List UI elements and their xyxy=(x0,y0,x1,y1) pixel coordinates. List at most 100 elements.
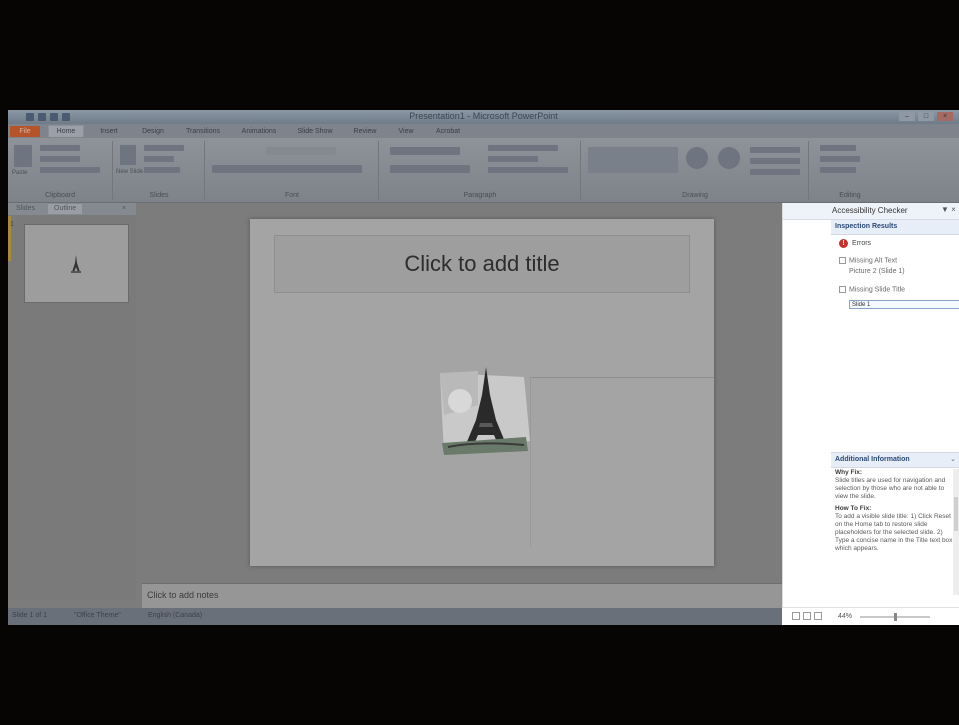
errors-group[interactable]: ! Errors xyxy=(839,239,871,248)
tab-design[interactable]: Design xyxy=(136,126,170,137)
missing-slide-title-node[interactable]: Missing Slide Title xyxy=(839,286,905,293)
align-text-button[interactable] xyxy=(488,156,538,162)
missing-alt-text-label: Missing Alt Text xyxy=(849,257,898,265)
picture-item[interactable]: Picture 2 (Slide 1) xyxy=(849,268,905,275)
group-paragraph: Paragraph xyxy=(380,141,581,200)
placeholder-outline xyxy=(530,377,531,547)
slide-item-selected[interactable]: Slide 1 xyxy=(849,300,959,309)
shapes-gallery[interactable] xyxy=(588,147,678,173)
notes-pane[interactable]: Click to add notes xyxy=(142,583,782,609)
new-slide-icon[interactable] xyxy=(120,145,136,165)
tab-acrobat[interactable]: Acrobat xyxy=(430,126,466,137)
tab-animations[interactable]: Animations xyxy=(236,126,282,137)
paste-button-label[interactable]: Paste xyxy=(12,170,27,176)
font-size-dropdown[interactable] xyxy=(266,147,336,155)
eiffel-tower-thumbnail-icon xyxy=(71,255,81,273)
font-format-buttons[interactable] xyxy=(212,165,362,173)
shape-outline-button[interactable] xyxy=(750,158,800,164)
powerpoint-window: Presentation1 - Microsoft PowerPoint – □… xyxy=(8,110,959,625)
status-bar: Slide 1 of 1 "Office Theme" English (Can… xyxy=(8,608,782,625)
new-slide-label[interactable]: New Slide xyxy=(116,169,143,175)
ribbon: Paste Clipboard New Slide Slides Font Pa… xyxy=(8,138,959,203)
copy-button[interactable] xyxy=(40,156,80,162)
group-font: Font xyxy=(206,141,379,200)
shape-effects-button[interactable] xyxy=(750,169,800,175)
missing-alt-text-node[interactable]: Missing Alt Text xyxy=(839,257,897,264)
language-status[interactable]: English (Canada) xyxy=(148,612,202,619)
group-label: Font xyxy=(284,192,299,199)
tab-slide-show[interactable]: Slide Show xyxy=(292,126,338,137)
group-label: Clipboard xyxy=(45,192,75,199)
scrollbar-thumb[interactable] xyxy=(954,497,958,531)
why-fix-heading: Why Fix: xyxy=(835,469,863,476)
eiffel-tower-picture[interactable] xyxy=(438,365,530,457)
tab-insert[interactable]: Insert xyxy=(92,126,126,137)
minimize-icon[interactable]: – xyxy=(899,112,915,121)
tab-transitions[interactable]: Transitions xyxy=(180,126,226,137)
slide-thumbnail[interactable] xyxy=(24,224,129,303)
group-slides: New Slide Slides xyxy=(114,141,205,200)
how-to-fix-text: To add a visible slide title: 1) Click R… xyxy=(835,513,953,552)
text-direction-button[interactable] xyxy=(488,145,558,151)
shape-fill-button[interactable] xyxy=(750,147,800,153)
convert-to-smartart-button[interactable] xyxy=(488,167,568,173)
tab-outline[interactable]: Outline xyxy=(48,204,83,214)
tab-slides[interactable]: Slides xyxy=(16,204,35,214)
select-button[interactable] xyxy=(820,167,856,173)
zoom-level[interactable]: 44% xyxy=(838,613,852,620)
arrange-icon[interactable] xyxy=(686,147,708,169)
cut-button[interactable] xyxy=(40,145,80,151)
collapse-icon[interactable] xyxy=(839,286,846,293)
quick-styles-icon[interactable] xyxy=(718,147,740,169)
slide-canvas[interactable]: Click to add title xyxy=(250,219,714,566)
section-button[interactable] xyxy=(144,167,180,173)
window-controls: – □ × xyxy=(899,112,953,121)
collapse-icon[interactable] xyxy=(839,257,846,264)
group-editing: Editing xyxy=(810,141,959,200)
zoom-slider-thumb[interactable] xyxy=(894,613,897,621)
find-button[interactable] xyxy=(820,145,856,151)
close-icon[interactable]: × xyxy=(937,112,953,121)
slide-info: Slide 1 of 1 xyxy=(12,612,48,619)
title-placeholder[interactable]: Click to add title xyxy=(274,235,690,293)
slide-number: 1 xyxy=(10,221,14,228)
list-buttons[interactable] xyxy=(390,147,460,155)
group-label: Paragraph xyxy=(463,192,497,199)
how-to-fix-heading: How To Fix: xyxy=(835,505,872,512)
close-pane-icon[interactable]: × xyxy=(122,204,126,214)
why-fix-text: Slide titles are used for navigation and… xyxy=(835,477,946,500)
tab-home[interactable]: Home xyxy=(48,125,84,137)
reading-view-icon[interactable] xyxy=(814,612,822,620)
ribbon-tabs: File Home Insert Design Transitions Anim… xyxy=(8,124,959,138)
inspection-results-label: Inspection Results xyxy=(835,223,898,230)
align-buttons[interactable] xyxy=(390,165,470,173)
paste-icon[interactable] xyxy=(14,145,32,167)
pane-options-icon[interactable]: ▼ × xyxy=(941,205,956,214)
tab-review[interactable]: Review xyxy=(348,126,382,137)
layout-button[interactable] xyxy=(144,145,184,151)
tab-view[interactable]: View xyxy=(392,126,420,137)
placeholder-outline xyxy=(530,377,714,378)
view-buttons xyxy=(792,612,822,620)
group-clipboard: Paste Clipboard xyxy=(8,141,113,200)
missing-slide-title-label: Missing Slide Title xyxy=(849,286,906,294)
group-drawing: Drawing xyxy=(582,141,809,200)
window-title: Presentation1 - Microsoft PowerPoint xyxy=(409,111,558,121)
normal-view-icon[interactable] xyxy=(792,612,800,620)
replace-button[interactable] xyxy=(820,156,860,162)
maximize-icon[interactable]: □ xyxy=(918,112,934,121)
chevron-down-icon[interactable]: ⌄ xyxy=(950,455,956,463)
format-painter-button[interactable] xyxy=(40,167,100,173)
group-label: Editing xyxy=(839,192,861,199)
tab-file[interactable]: File xyxy=(10,126,40,137)
title-bar: Presentation1 - Microsoft PowerPoint – □… xyxy=(8,110,959,124)
slide-sorter-icon[interactable] xyxy=(803,612,811,620)
group-label: Slides xyxy=(149,192,169,199)
pane-title: Accessibility Checker xyxy=(832,206,908,215)
reset-button[interactable] xyxy=(144,156,174,162)
inspection-results-header: Inspection Results xyxy=(831,220,959,235)
additional-information-header: Additional Information ⌄ xyxy=(831,452,959,468)
notes-placeholder[interactable]: Click to add notes xyxy=(147,590,219,600)
additional-information-content: Why Fix: Slide titles are used for navig… xyxy=(835,469,953,589)
info-scrollbar[interactable] xyxy=(953,469,959,595)
